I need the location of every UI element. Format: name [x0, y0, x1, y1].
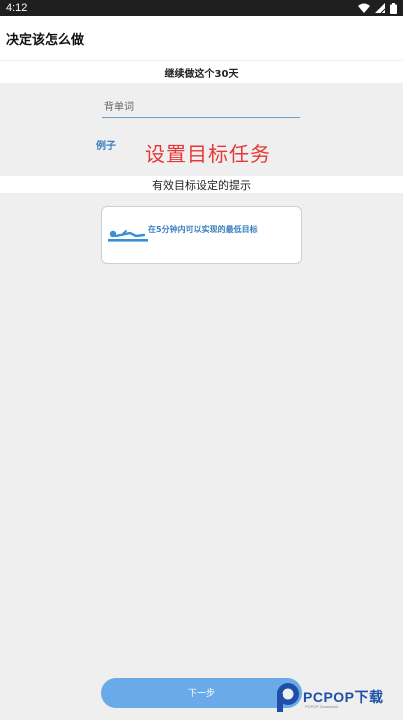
status-time: 4:12: [6, 2, 28, 14]
lying-person-icon: [108, 227, 148, 249]
tip-card: 在5分钟内可以实现的最低目标: [101, 206, 302, 264]
pcpop-watermark: PCPOP下载 PCPOP Download: [275, 682, 399, 714]
watermark-sub: PCPOP Download: [305, 704, 338, 709]
tip-text: 在5分钟内可以实现的最低目标: [148, 225, 258, 234]
wifi-icon: [358, 3, 370, 13]
next-button[interactable]: 下一步: [101, 678, 302, 708]
continue-duration-text: 继续做这个30天: [164, 68, 239, 80]
overlay-title: 设置目标任务: [145, 142, 271, 166]
app-header: 决定该怎么做: [0, 16, 403, 60]
signal-icon: [375, 3, 385, 13]
status-bar: 4:12: [0, 0, 403, 16]
tips-heading: 有效目标设定的提示: [152, 178, 251, 192]
goal-input[interactable]: [102, 99, 300, 118]
status-icons: [358, 2, 397, 14]
continue-duration-banner: 继续做这个30天: [0, 61, 403, 83]
app-screen: 4:12 决定该怎么做 继续做这个30天 例子 设置目标任务 有效目标设定的提示: [0, 0, 403, 720]
battery-icon: [390, 2, 397, 14]
example-link[interactable]: 例子: [96, 137, 116, 152]
tips-banner: 有效目标设定的提示: [0, 176, 403, 193]
pcpop-logo-icon: [275, 682, 301, 714]
page-title: 决定该怎么做: [6, 33, 85, 48]
